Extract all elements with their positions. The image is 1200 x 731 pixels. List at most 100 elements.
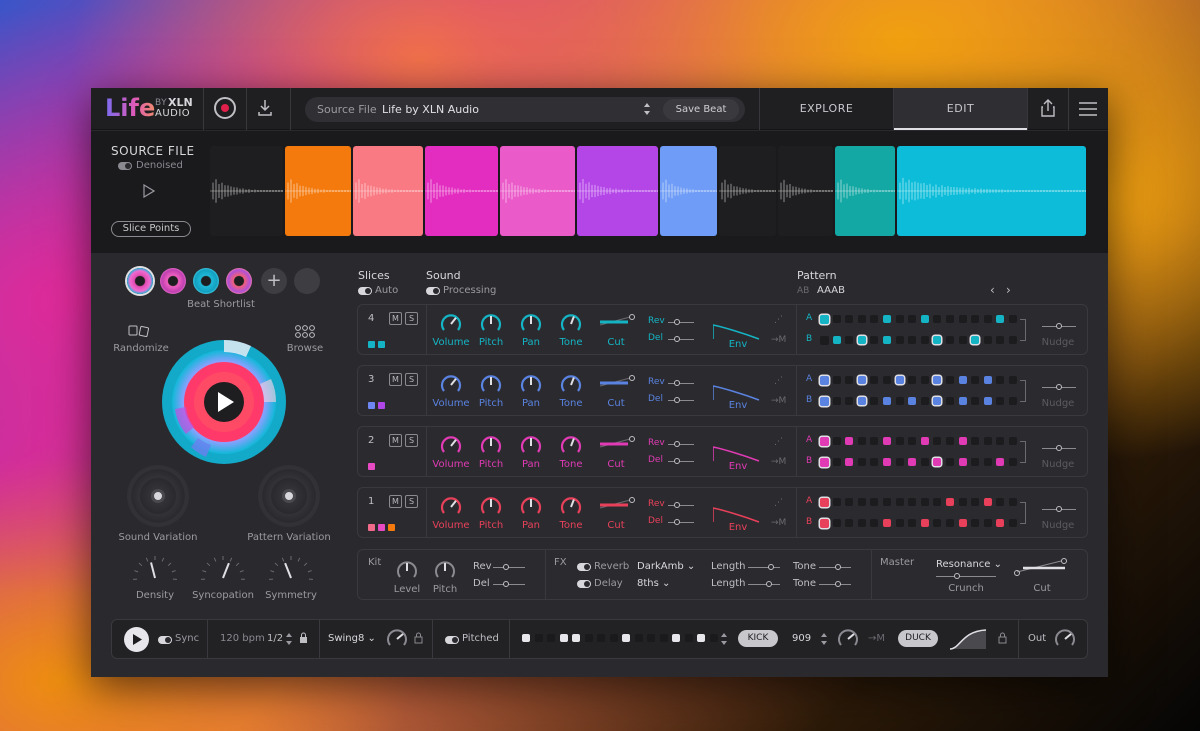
step-a-12[interactable] [958,437,967,445]
up-down-arrows-icon[interactable] [643,101,651,117]
bass-step-11[interactable] [647,634,655,642]
out-knob[interactable] [1054,628,1076,654]
step-b-4[interactable] [857,336,866,344]
sound-processing-toggle[interactable] [426,287,440,295]
step-a-8[interactable] [908,498,917,506]
step-b-16[interactable] [1009,336,1017,344]
cut-filter-curve[interactable] [1013,558,1069,578]
step-b-8[interactable] [908,519,917,527]
chevron-right-icon[interactable]: › [1006,283,1011,297]
kit-del-slider[interactable] [493,581,525,587]
step-b-13[interactable] [971,519,980,527]
step-a-2[interactable] [832,315,841,323]
step-a-7[interactable] [895,498,904,506]
bass-step-3[interactable] [547,634,555,642]
step-a-15[interactable] [996,315,1005,323]
to-m-label[interactable]: →M [771,396,786,406]
delay-time-select[interactable]: 8ths ⌄ [637,578,670,589]
nudge-slider[interactable] [1042,323,1076,329]
step-a-2[interactable] [832,498,841,506]
step-b-7[interactable] [895,458,904,466]
nudge-slider[interactable] [1042,384,1076,390]
download-icon[interactable] [257,99,273,121]
pattern-variation-pad[interactable] [258,465,320,527]
nudge-slider[interactable] [1042,445,1076,451]
step-a-9[interactable] [920,437,929,445]
tone-knob[interactable] [560,435,582,457]
record-icon[interactable] [214,97,236,119]
step-b-8[interactable] [908,397,917,405]
slice-3[interactable] [353,146,423,236]
step-b-16[interactable] [1009,458,1017,466]
step-a-16[interactable] [1009,315,1017,323]
slice-5[interactable] [500,146,575,236]
slice-swatch[interactable] [368,463,375,470]
step-a-1[interactable] [820,315,829,324]
grid-dots-icon[interactable] [294,325,316,339]
step-b-11[interactable] [946,458,954,466]
up-down-arrows-icon[interactable] [720,631,728,647]
step-a-2[interactable] [832,437,841,445]
step-a-11[interactable] [946,376,954,384]
step-b-4[interactable] [857,519,866,527]
slice-6[interactable] [577,146,658,236]
lock-icon[interactable] [998,632,1007,644]
step-b-12[interactable] [958,458,967,466]
step-a-12[interactable] [958,498,967,506]
step-b-7[interactable] [895,397,904,405]
step-a-15[interactable] [996,437,1005,445]
slice-4[interactable] [425,146,498,236]
slice-swatch[interactable] [388,524,395,531]
step-a-14[interactable] [983,437,992,445]
shortlist-beat-1[interactable] [127,268,153,294]
swing-knob[interactable] [386,628,408,654]
cut-slider[interactable] [598,435,638,451]
pattern-value[interactable]: AAAB [817,285,845,296]
volume-knob[interactable] [440,496,462,518]
syncopation-knob[interactable] [199,554,247,589]
step-b-15[interactable] [996,519,1005,527]
pan-knob[interactable] [520,496,542,518]
reverb-type-select[interactable]: DarkAmb ⌄ [637,561,695,572]
step-b-9[interactable] [920,397,929,405]
step-a-11[interactable] [946,315,954,323]
browse-label[interactable]: Browse [280,343,330,354]
step-a-13[interactable] [971,315,980,323]
beat-visualizer[interactable] [161,339,287,465]
step-a-12[interactable] [958,315,967,323]
solo-button[interactable]: S [405,495,418,508]
share-icon[interactable] [1040,99,1056,121]
lock-icon[interactable] [414,632,423,644]
play-icon[interactable] [143,184,155,198]
del-slider[interactable] [668,519,694,525]
del-slider[interactable] [668,336,694,342]
density-knob[interactable] [131,554,179,589]
kick-to-m-label[interactable]: →M [868,633,885,644]
volume-knob[interactable] [440,374,462,396]
step-b-1[interactable] [820,336,829,345]
bass-step-2[interactable] [534,634,543,642]
kit-pitch-knob[interactable] [434,560,456,586]
step-b-14[interactable] [983,458,992,466]
step-b-3[interactable] [845,519,854,527]
step-a-9[interactable] [920,376,929,384]
play-button[interactable] [124,627,149,652]
bpm-value[interactable]: 120 bpm [220,633,265,644]
step-a-16[interactable] [1009,498,1017,506]
step-b-3[interactable] [845,336,854,344]
bass-step-13[interactable] [672,634,680,642]
slices-auto-toggle[interactable] [358,287,372,295]
slice-swatch[interactable] [368,524,375,531]
step-b-4[interactable] [857,458,866,466]
step-b-2[interactable] [832,519,841,527]
up-down-arrows-icon[interactable] [285,631,293,647]
cut-slider[interactable] [598,496,638,512]
pan-knob[interactable] [520,435,542,457]
bass-step-7[interactable] [597,634,605,642]
step-a-2[interactable] [832,376,841,384]
step-a-4[interactable] [857,376,866,384]
step-b-10[interactable] [933,519,942,527]
add-beat-icon[interactable]: + [261,268,287,294]
mute-button[interactable]: M [389,434,402,447]
step-a-5[interactable] [870,315,879,323]
